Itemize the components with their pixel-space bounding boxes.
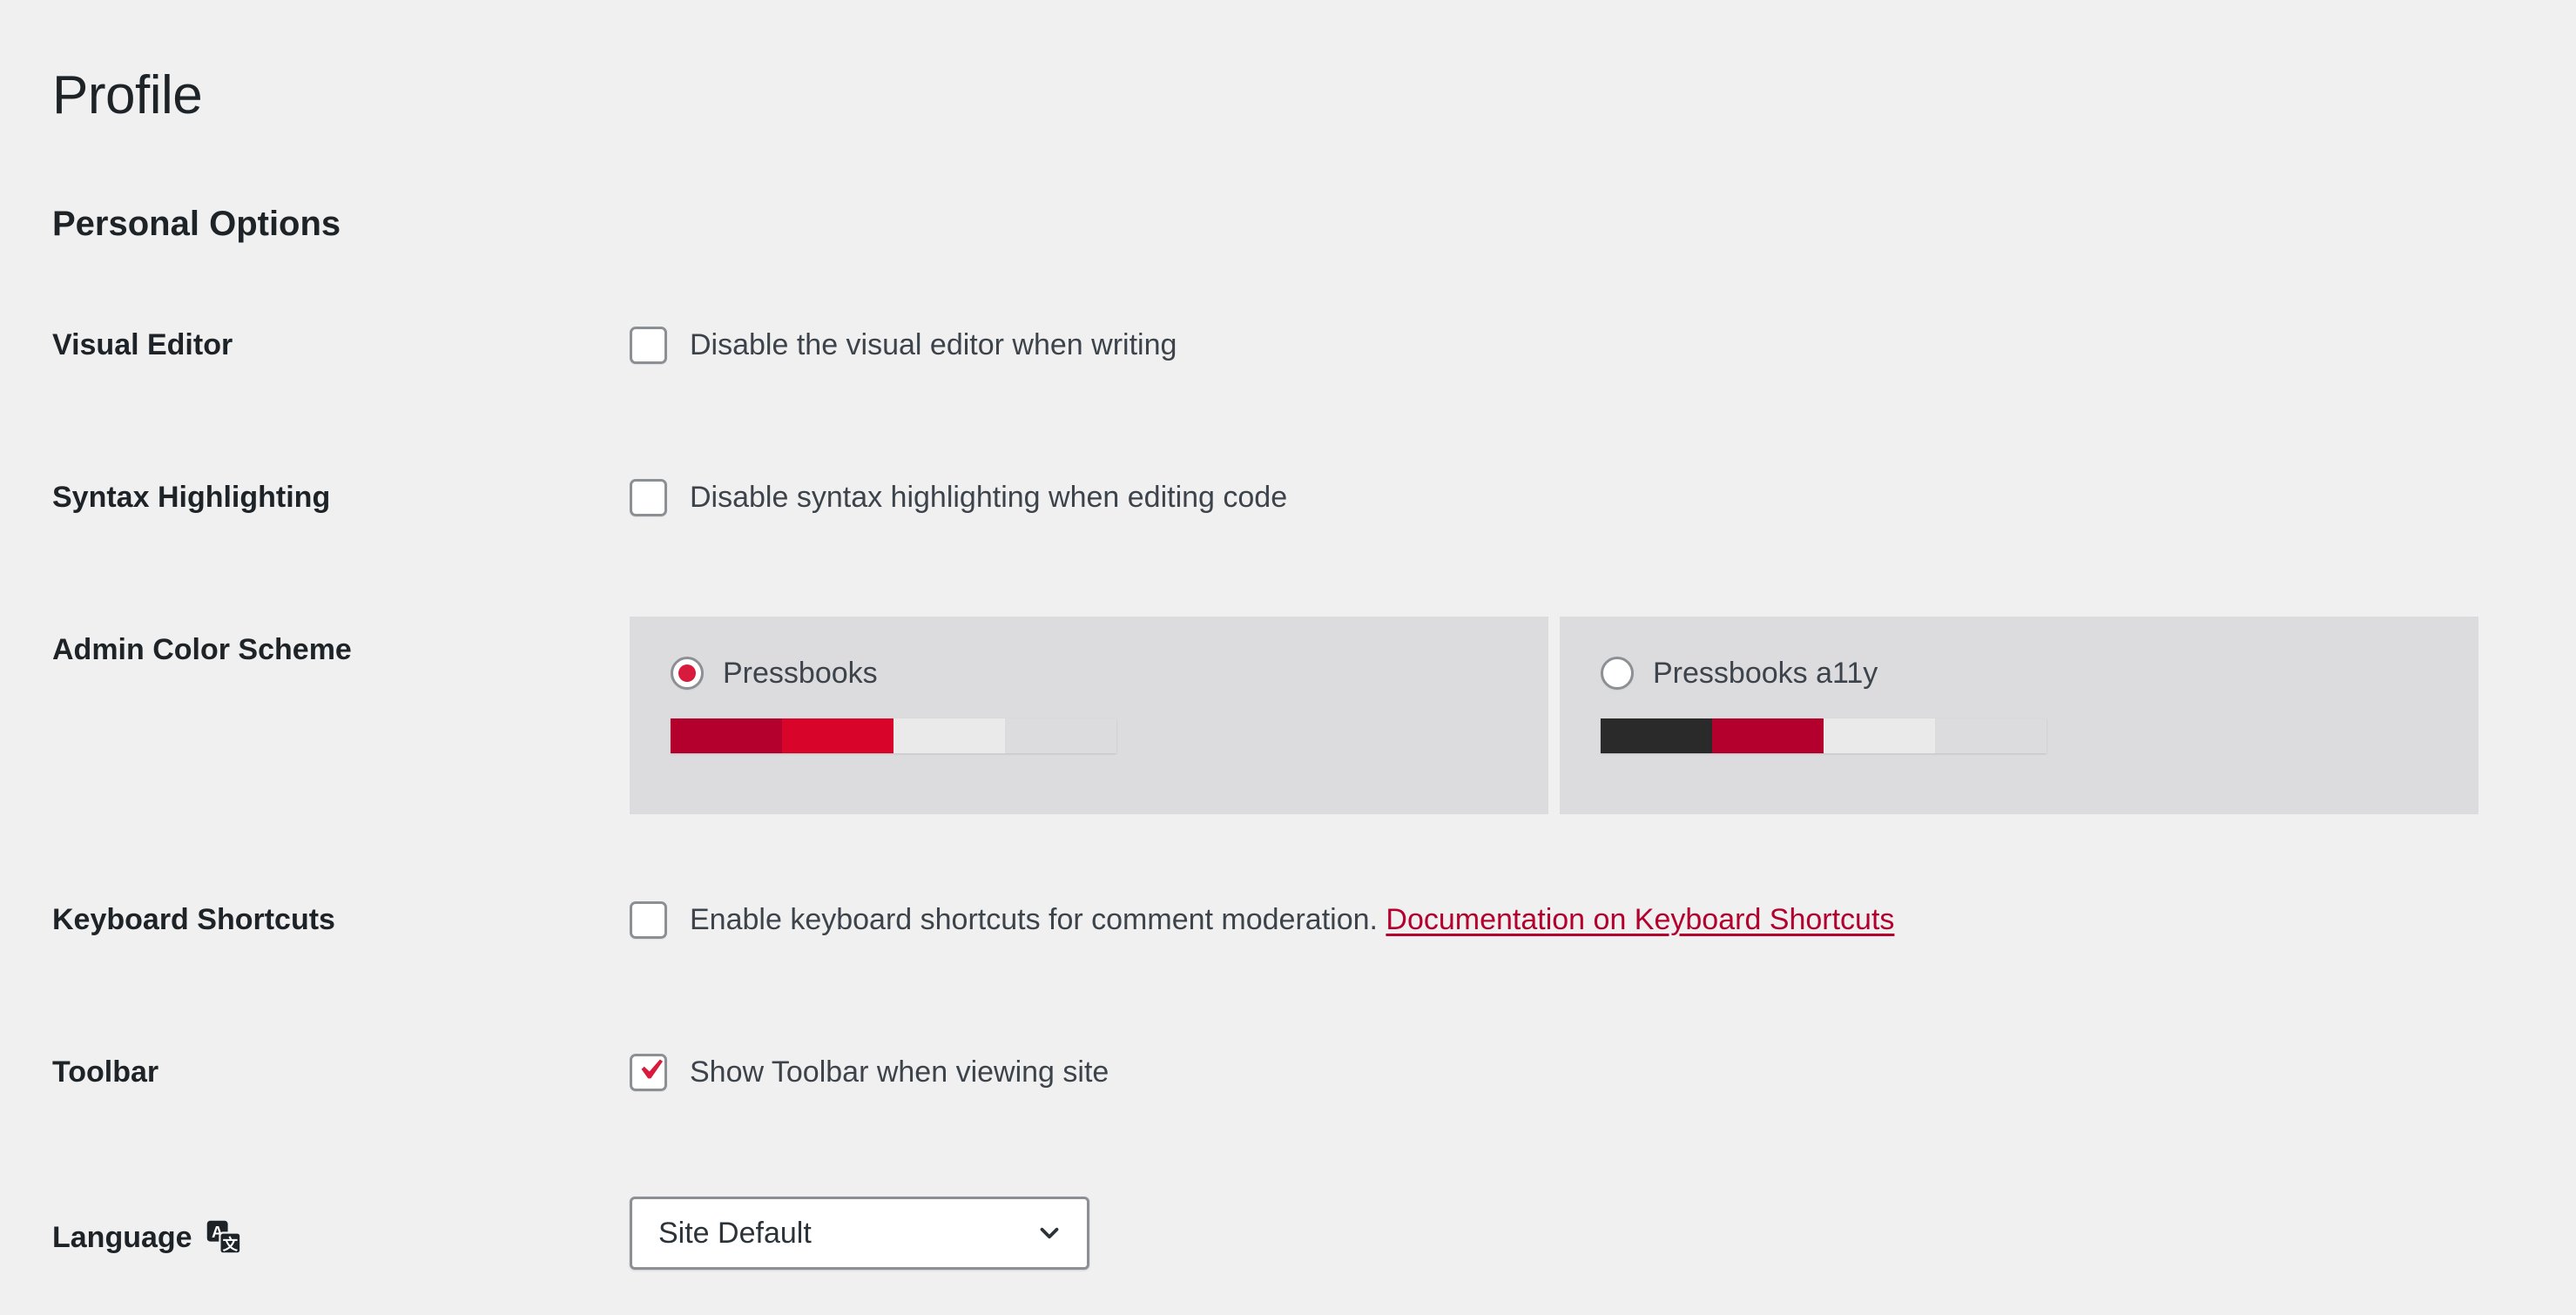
- row-syntax-highlighting: Syntax Highlighting Disable syntax highl…: [0, 457, 2576, 610]
- color-scheme-swatches: [671, 718, 1116, 753]
- checkbox-unchecked-icon[interactable]: [630, 478, 667, 516]
- checkbox-label-toolbar: Show Toolbar when viewing site: [690, 1055, 1109, 1089]
- row-keyboard-shortcuts: Keyboard Shortcuts Enable keyboard short…: [0, 880, 2576, 1032]
- field-visual-editor: Disable the visual editor when writing: [630, 305, 2576, 385]
- checkbox-keyboard-shortcuts[interactable]: Enable keyboard shortcuts for comment mo…: [630, 880, 2576, 960]
- color-swatch: [894, 718, 1005, 753]
- language-selected-value: Site Default: [658, 1216, 812, 1250]
- color-scheme-header: Pressbooks a11y: [1601, 653, 2478, 693]
- page-title: Profile: [52, 64, 203, 125]
- color-swatch: [1824, 718, 1935, 753]
- color-swatch: [782, 718, 894, 753]
- color-scheme-name: Pressbooks a11y: [1653, 656, 1878, 690]
- row-visual-editor: Visual Editor Disable the visual editor …: [0, 305, 2576, 457]
- color-swatch: [1935, 718, 2047, 753]
- checkbox-syntax-highlighting[interactable]: Disable syntax highlighting when editing…: [630, 457, 2576, 537]
- radio-selected-icon[interactable]: [671, 657, 704, 690]
- row-toolbar: Toolbar Show Toolbar when viewing site: [0, 1032, 2576, 1193]
- keyboard-shortcuts-documentation-link[interactable]: Documentation on Keyboard Shortcuts: [1386, 903, 1894, 936]
- field-language: Site Default: [630, 1193, 2576, 1270]
- translate-icon: A 文: [205, 1218, 243, 1257]
- label-keyboard-shortcuts: Keyboard Shortcuts: [52, 902, 335, 936]
- checkbox-visual-editor[interactable]: Disable the visual editor when writing: [630, 305, 2576, 385]
- checkbox-label-syntax-highlighting: Disable syntax highlighting when editing…: [690, 480, 1288, 514]
- chevron-down-icon: [1040, 1227, 1059, 1239]
- field-admin-color-scheme: Pressbooks Pressbooks a11y: [630, 610, 2576, 814]
- label-toolbar: Toolbar: [52, 1055, 159, 1089]
- color-swatch: [671, 718, 782, 753]
- color-scheme-option-pressbooks[interactable]: Pressbooks: [630, 617, 1548, 814]
- radio-unselected-icon[interactable]: [1601, 657, 1634, 690]
- color-scheme-list: Pressbooks Pressbooks a11y: [630, 610, 2576, 814]
- color-scheme-name: Pressbooks: [723, 656, 878, 690]
- label-language: Language A 文: [0, 1193, 630, 1273]
- checkbox-checked-icon[interactable]: [630, 1053, 667, 1091]
- language-select[interactable]: Site Default: [630, 1197, 1089, 1270]
- color-swatch: [1005, 718, 1116, 753]
- row-admin-color-scheme: Admin Color Scheme Pressbooks Pressbooks…: [0, 610, 2576, 880]
- svg-text:文: 文: [222, 1236, 238, 1253]
- label-visual-editor: Visual Editor: [52, 327, 233, 361]
- checkbox-label-keyboard-shortcuts: Enable keyboard shortcuts for comment mo…: [690, 902, 1894, 938]
- field-syntax-highlighting: Disable syntax highlighting when editing…: [630, 457, 2576, 537]
- color-scheme-header: Pressbooks: [671, 653, 1548, 693]
- field-keyboard-shortcuts: Enable keyboard shortcuts for comment mo…: [630, 880, 2576, 960]
- personal-options-form: Visual Editor Disable the visual editor …: [0, 305, 2576, 1315]
- color-swatch: [1712, 718, 1824, 753]
- label-syntax-highlighting: Syntax Highlighting: [52, 480, 331, 514]
- profile-page: Profile Personal Options Visual Editor D…: [0, 0, 2576, 1293]
- color-scheme-option-pressbooks-a11y[interactable]: Pressbooks a11y: [1560, 617, 2478, 814]
- row-language: Language A 文 Site Default: [0, 1193, 2576, 1315]
- checkbox-unchecked-icon[interactable]: [630, 326, 667, 364]
- language-label-text: Language: [52, 1220, 192, 1254]
- checkbox-unchecked-icon[interactable]: [630, 900, 667, 939]
- section-title-personal-options: Personal Options: [52, 205, 341, 244]
- keyboard-shortcuts-text: Enable keyboard shortcuts for comment mo…: [690, 902, 1378, 936]
- field-toolbar: Show Toolbar when viewing site: [630, 1032, 2576, 1112]
- color-swatch: [1601, 718, 1712, 753]
- label-admin-color-scheme: Admin Color Scheme: [52, 632, 352, 666]
- checkbox-label-visual-editor: Disable the visual editor when writing: [690, 327, 1177, 361]
- color-scheme-swatches: [1601, 718, 2047, 753]
- checkbox-toolbar[interactable]: Show Toolbar when viewing site: [630, 1032, 2576, 1112]
